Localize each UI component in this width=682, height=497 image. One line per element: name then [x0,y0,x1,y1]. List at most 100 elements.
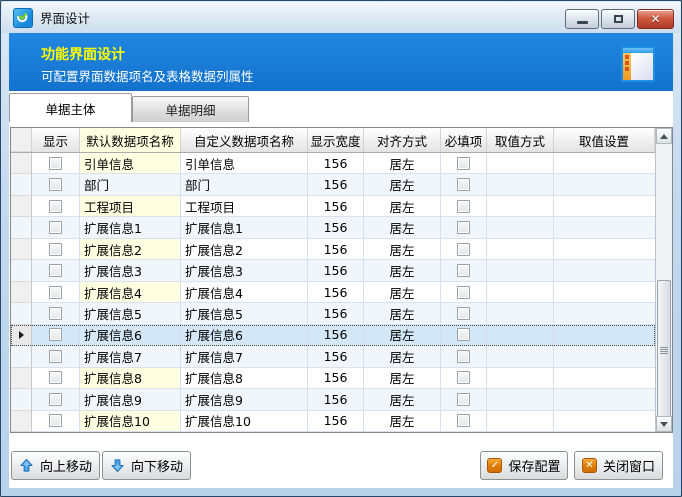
close-window-button[interactable]: ✕ 关闭窗口 [574,451,663,480]
required-checkbox[interactable] [457,157,470,170]
display-checkbox[interactable] [49,157,62,170]
default-name-cell[interactable]: 部门 [80,174,181,195]
table-row[interactable]: 扩展信息5 扩展信息5 156 居左 [11,303,655,324]
required-checkbox[interactable] [457,328,470,341]
table-row[interactable]: 扩展信息6 扩展信息6 156 居左 [11,325,655,346]
display-width-cell[interactable]: 156 [308,153,364,174]
tab-bill-detail[interactable]: 单据明细 [132,96,249,122]
display-checkbox[interactable] [49,371,62,384]
display-width-cell[interactable]: 156 [308,239,364,260]
header-custom-name[interactable]: 自定义数据项名称 [181,128,308,152]
align-mode-cell[interactable]: 居左 [364,325,441,346]
display-checkbox[interactable] [49,221,62,234]
align-mode-cell[interactable]: 居左 [364,368,441,389]
default-name-cell[interactable]: 扩展信息5 [80,303,181,324]
value-mode-cell[interactable] [487,411,554,432]
value-mode-cell[interactable] [487,260,554,281]
default-name-cell[interactable]: 引单信息 [80,153,181,174]
move-up-button[interactable]: 向上移动 [11,451,100,480]
display-checkbox[interactable] [49,264,62,277]
required-checkbox[interactable] [457,178,470,191]
value-mode-cell[interactable] [487,303,554,324]
table-row[interactable]: 扩展信息8 扩展信息8 156 居左 [11,368,655,389]
align-mode-cell[interactable]: 居左 [364,346,441,367]
custom-name-cell[interactable]: 扩展信息10 [181,411,308,432]
row-selector-cell[interactable] [11,325,32,346]
row-selector-cell[interactable] [11,303,32,324]
value-setting-cell[interactable] [554,260,655,281]
required-checkbox[interactable] [457,414,470,427]
display-checkbox[interactable] [49,414,62,427]
header-value-setting[interactable]: 取值设置 [554,128,655,152]
custom-name-cell[interactable]: 扩展信息5 [181,303,308,324]
row-selector-cell[interactable] [11,282,32,303]
default-name-cell[interactable]: 工程项目 [80,196,181,217]
custom-name-cell[interactable]: 扩展信息3 [181,260,308,281]
display-checkbox[interactable] [49,350,62,363]
required-checkbox[interactable] [457,221,470,234]
align-mode-cell[interactable]: 居左 [364,239,441,260]
align-mode-cell[interactable]: 居左 [364,389,441,410]
required-checkbox[interactable] [457,393,470,406]
default-name-cell[interactable]: 扩展信息6 [80,325,181,346]
value-setting-cell[interactable] [554,153,655,174]
value-setting-cell[interactable] [554,389,655,410]
display-width-cell[interactable]: 156 [308,260,364,281]
align-mode-cell[interactable]: 居左 [364,411,441,432]
display-width-cell[interactable]: 156 [308,174,364,195]
value-setting-cell[interactable] [554,217,655,238]
table-row[interactable]: 扩展信息10 扩展信息10 156 居左 [11,411,655,432]
display-checkbox[interactable] [49,286,62,299]
display-width-cell[interactable]: 156 [308,368,364,389]
save-config-button[interactable]: ✓ 保存配置 [480,451,568,480]
table-row[interactable]: 部门 部门 156 居左 [11,174,655,195]
row-selector-cell[interactable] [11,411,32,432]
align-mode-cell[interactable]: 居左 [364,217,441,238]
value-setting-cell[interactable] [554,346,655,367]
header-align-mode[interactable]: 对齐方式 [364,128,441,152]
display-width-cell[interactable]: 156 [308,411,364,432]
custom-name-cell[interactable]: 扩展信息1 [181,217,308,238]
move-down-button[interactable]: 向下移动 [102,451,191,480]
value-mode-cell[interactable] [487,368,554,389]
row-selector-cell[interactable] [11,260,32,281]
value-mode-cell[interactable] [487,282,554,303]
default-name-cell[interactable]: 扩展信息10 [80,411,181,432]
maximize-button[interactable] [601,9,635,29]
row-selector-cell[interactable] [11,368,32,389]
custom-name-cell[interactable]: 扩展信息7 [181,346,308,367]
default-name-cell[interactable]: 扩展信息4 [80,282,181,303]
custom-name-cell[interactable]: 扩展信息4 [181,282,308,303]
required-checkbox[interactable] [457,264,470,277]
row-selector-cell[interactable] [11,239,32,260]
value-mode-cell[interactable] [487,217,554,238]
value-mode-cell[interactable] [487,346,554,367]
default-name-cell[interactable]: 扩展信息2 [80,239,181,260]
default-name-cell[interactable]: 扩展信息7 [80,346,181,367]
header-value-mode[interactable]: 取值方式 [487,128,554,152]
align-mode-cell[interactable]: 居左 [364,260,441,281]
value-mode-cell[interactable] [487,196,554,217]
display-width-cell[interactable]: 156 [308,389,364,410]
header-required[interactable]: 必填项 [441,128,487,152]
display-checkbox[interactable] [49,307,62,320]
align-mode-cell[interactable]: 居左 [364,174,441,195]
header-display-width[interactable]: 显示宽度 [308,128,364,152]
value-setting-cell[interactable] [554,282,655,303]
table-row[interactable]: 扩展信息4 扩展信息4 156 居左 [11,282,655,303]
align-mode-cell[interactable]: 居左 [364,282,441,303]
display-checkbox[interactable] [49,200,62,213]
display-checkbox[interactable] [49,243,62,256]
table-row[interactable]: 扩展信息7 扩展信息7 156 居左 [11,346,655,367]
required-checkbox[interactable] [457,200,470,213]
row-selector-cell[interactable] [11,346,32,367]
table-row[interactable]: 扩展信息2 扩展信息2 156 居左 [11,239,655,260]
display-checkbox[interactable] [49,328,62,341]
row-selector-cell[interactable] [11,153,32,174]
default-name-cell[interactable]: 扩展信息8 [80,368,181,389]
display-width-cell[interactable]: 156 [308,217,364,238]
row-selector-cell[interactable] [11,196,32,217]
custom-name-cell[interactable]: 工程项目 [181,196,308,217]
display-width-cell[interactable]: 156 [308,282,364,303]
default-name-cell[interactable]: 扩展信息9 [80,389,181,410]
